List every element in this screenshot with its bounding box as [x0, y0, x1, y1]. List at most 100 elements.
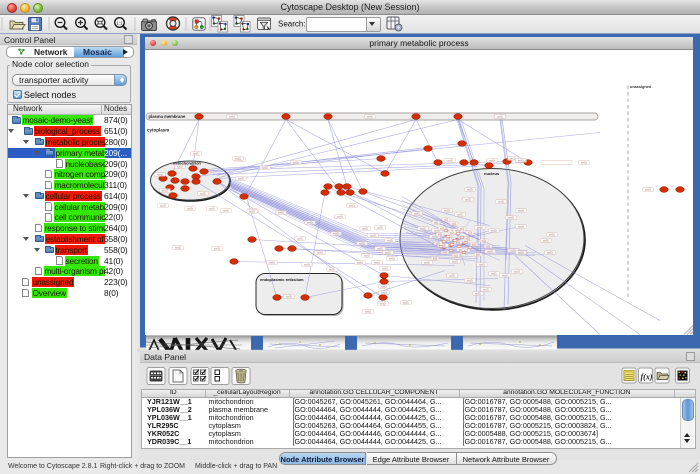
svg-text:aa(0): aa(0): [489, 158, 495, 162]
svg-text:aa(0): aa(0): [229, 114, 235, 118]
svg-text:aa(0): aa(0): [377, 246, 383, 250]
svg-text:aa(0): aa(0): [645, 187, 651, 191]
svg-text:aa(0): aa(0): [235, 156, 241, 160]
svg-text:aa(0): aa(0): [452, 259, 458, 263]
svg-text:aa(0): aa(0): [497, 114, 503, 118]
svg-text:aa(0): aa(0): [367, 114, 373, 118]
svg-text:aa(0): aa(0): [349, 203, 355, 207]
svg-text:aa(0): aa(0): [444, 208, 450, 212]
svg-text:aa(0): aa(0): [364, 253, 370, 257]
svg-text:aa(0): aa(0): [389, 256, 395, 260]
svg-text:aa(0): aa(0): [359, 241, 365, 245]
svg-text:aa(0): aa(0): [508, 215, 514, 219]
svg-text:aa(0): aa(0): [365, 309, 371, 313]
svg-text:aa(0): aa(0): [510, 248, 516, 252]
svg-text:aa(0): aa(0): [162, 188, 168, 192]
svg-text:aa(0): aa(0): [403, 300, 409, 304]
svg-text:aa(0): aa(0): [304, 262, 310, 266]
svg-text:aa(0): aa(0): [307, 220, 313, 224]
svg-text:aa(0): aa(0): [518, 158, 524, 162]
svg-text:aa(0): aa(0): [420, 226, 426, 230]
svg-text:aa(0): aa(0): [187, 206, 193, 210]
svg-text:aa(0): aa(0): [479, 262, 485, 266]
svg-text:aa(0): aa(0): [518, 250, 524, 254]
svg-text:a(0): a(0): [446, 239, 450, 241]
svg-text:aa(0): aa(0): [214, 246, 220, 250]
svg-text:aa(0): aa(0): [382, 266, 388, 270]
svg-text:aa(0): aa(0): [387, 238, 393, 242]
svg-text:aa(0): aa(0): [317, 250, 323, 254]
svg-text:aa(0): aa(0): [487, 249, 493, 253]
svg-text:aa(0): aa(0): [381, 290, 387, 294]
svg-text:a(0): a(0): [443, 252, 447, 254]
svg-text:aa(0): aa(0): [475, 291, 481, 295]
svg-text:a(0): a(0): [472, 244, 476, 246]
svg-text:f(x): f(x): [641, 373, 653, 382]
svg-text:aa(0): aa(0): [262, 165, 268, 169]
svg-text:aa(0): aa(0): [175, 245, 181, 249]
svg-text:aa(0): aa(0): [177, 164, 183, 168]
svg-text:aa(0): aa(0): [160, 203, 166, 207]
svg-text:aa(0): aa(0): [518, 224, 524, 228]
svg-text:a(0): a(0): [433, 258, 437, 260]
svg-text:a(0): a(0): [486, 246, 490, 248]
svg-text:a(0): a(0): [444, 219, 448, 221]
svg-text:aa(0): aa(0): [293, 160, 299, 164]
svg-text:aa(0): aa(0): [483, 287, 489, 291]
svg-text:aa(0): aa(0): [223, 208, 229, 212]
svg-text:aa(0): aa(0): [385, 250, 391, 254]
svg-text:aa(0): aa(0): [467, 187, 473, 191]
svg-text:a(0): a(0): [454, 255, 458, 257]
svg-text:a(0): a(0): [450, 232, 454, 234]
svg-text:aa(0): aa(0): [447, 158, 453, 162]
svg-text:aa(0): aa(0): [286, 294, 292, 298]
svg-text:aa(0): aa(0): [209, 206, 215, 210]
svg-text:aa(0): aa(0): [249, 209, 255, 213]
svg-text:aa(0): aa(0): [465, 197, 471, 201]
svg-text:a(0): a(0): [440, 228, 444, 230]
svg-text:aa(0): aa(0): [337, 214, 343, 218]
svg-text:aa(0): aa(0): [297, 236, 303, 240]
svg-text:aa(0): aa(0): [193, 151, 199, 155]
svg-text:aa(0): aa(0): [457, 212, 463, 216]
svg-text:aa(0): aa(0): [502, 273, 508, 277]
svg-text:a(0): a(0): [438, 234, 442, 236]
svg-text:aa(0): aa(0): [518, 208, 524, 212]
svg-text:aa(0): aa(0): [269, 260, 275, 264]
svg-text:a(0): a(0): [482, 240, 486, 242]
svg-text:plasma membrane: plasma membrane: [149, 114, 186, 119]
svg-text:aa(0): aa(0): [414, 211, 420, 215]
svg-text:aa(0): aa(0): [424, 260, 430, 264]
svg-text:unassigned: unassigned: [630, 85, 652, 89]
svg-text:aa(0): aa(0): [514, 269, 520, 273]
svg-text:a(0): a(0): [476, 254, 480, 256]
svg-text:aa(0): aa(0): [449, 273, 455, 277]
svg-text:aa(0): aa(0): [380, 301, 386, 305]
svg-text:a(0): a(0): [456, 242, 460, 244]
svg-text:aa(0): aa(0): [467, 278, 473, 282]
svg-text:aa(0): aa(0): [200, 191, 206, 195]
svg-text:aa(0): aa(0): [491, 228, 497, 232]
svg-text:a(0): a(0): [466, 238, 470, 240]
svg-text:aa(0): aa(0): [370, 233, 376, 237]
svg-text:aa(0): aa(0): [491, 271, 497, 275]
svg-text:aa(0): aa(0): [238, 176, 244, 180]
svg-text:aa(0): aa(0): [357, 260, 363, 264]
svg-text:1:1: 1:1: [116, 21, 123, 26]
svg-text:aa(0): aa(0): [547, 250, 553, 254]
svg-text:aa(0): aa(0): [510, 156, 516, 160]
svg-text:aa(0): aa(0): [329, 267, 335, 271]
svg-text:a(0): a(0): [468, 232, 472, 234]
svg-text:a(0): a(0): [452, 223, 456, 225]
svg-text:aa(0): aa(0): [157, 172, 163, 176]
svg-text:a(0): a(0): [460, 228, 464, 230]
svg-text:cytoplasm: cytoplasm: [147, 127, 169, 132]
svg-text:aa(0): aa(0): [333, 231, 339, 235]
svg-text:aa(0): aa(0): [581, 160, 587, 164]
svg-text:aa(0): aa(0): [278, 210, 284, 214]
svg-text:aa(0): aa(0): [549, 232, 555, 236]
svg-text:aa(0): aa(0): [362, 226, 368, 230]
svg-text:a(0): a(0): [434, 222, 438, 224]
svg-text:aa(0): aa(0): [377, 225, 383, 229]
svg-text:aa(0): aa(0): [381, 284, 387, 288]
